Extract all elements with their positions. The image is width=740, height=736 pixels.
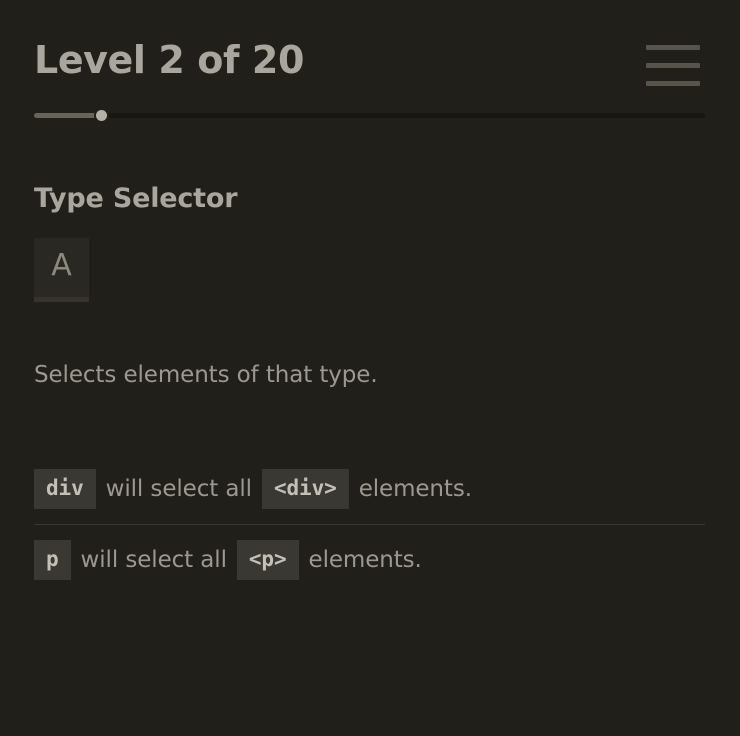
menu-bar-bottom xyxy=(646,81,700,86)
selector-description: Selects elements of that type. xyxy=(34,362,378,388)
menu-bar-top xyxy=(646,45,700,50)
example-row: p will select all <p> elements. xyxy=(34,525,706,595)
example-middle-text: will select all xyxy=(105,476,252,502)
selector-name-heading: Type Selector xyxy=(34,183,238,214)
page-title: Level 2 of 20 xyxy=(34,38,305,82)
menu-bar-middle xyxy=(646,63,700,68)
example-selector-chip: div xyxy=(34,469,96,509)
example-selector-chip: p xyxy=(34,540,71,580)
lesson-content: Type Selector A Selects elements of that… xyxy=(0,118,740,736)
example-middle-text: will select all xyxy=(80,547,227,573)
example-suffix-text: elements. xyxy=(308,547,422,573)
hamburger-menu-icon[interactable] xyxy=(640,38,706,94)
lesson-screen: Level 2 of 20 Type Selector A Selects el… xyxy=(0,0,740,736)
example-list: div will select all <div> elements. p will se… xyxy=(34,454,706,595)
example-row: div will select all <div> elements. xyxy=(34,454,706,524)
selector-glyph: A xyxy=(51,247,72,283)
example-suffix-text: elements. xyxy=(358,476,472,502)
example-element-chip: <div> xyxy=(261,469,349,509)
example-element-chip: <p> xyxy=(236,540,299,580)
selector-glyph-box: A xyxy=(34,238,89,302)
header: Level 2 of 20 xyxy=(0,0,740,118)
